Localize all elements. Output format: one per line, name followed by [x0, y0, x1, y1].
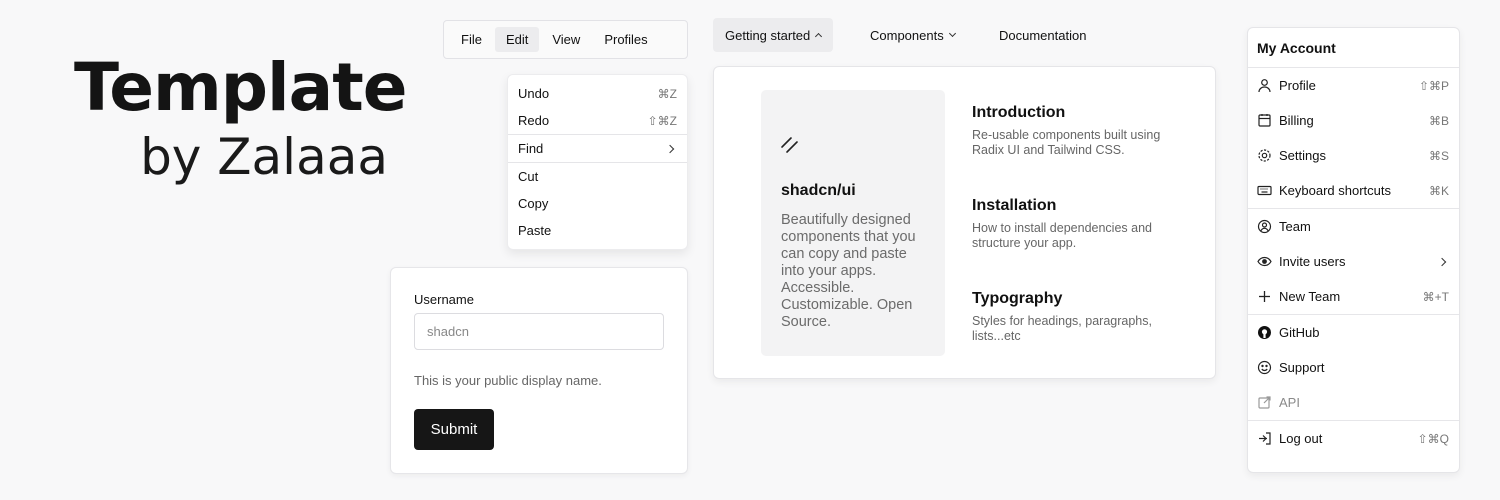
username-help-text: This is your public display name. [414, 373, 602, 388]
account-item-label: Settings [1279, 148, 1326, 163]
menu-item-find[interactable]: Find [508, 135, 687, 162]
menu-item-copy[interactable]: Copy [508, 190, 687, 217]
smiley-icon [1257, 360, 1272, 375]
account-item-label: Log out [1279, 431, 1323, 446]
username-form-card: Username This is your public display nam… [390, 267, 688, 474]
menubar-profiles[interactable]: Profiles [593, 27, 658, 52]
external-link-icon [1257, 395, 1272, 410]
nav-trigger-components[interactable]: Components [858, 18, 967, 52]
getting-started-panel: shadcn/ui Beautifully designed component… [713, 66, 1216, 379]
edit-menu: Undo ⌘Z Redo ⇧⌘Z Find Cut Copy Paste [507, 74, 688, 250]
menu-item-cut[interactable]: Cut [508, 163, 687, 190]
shadcn-feature-card[interactable]: shadcn/ui Beautifully designed component… [761, 90, 945, 356]
account-item-label: Invite users [1279, 254, 1346, 269]
username-input[interactable] [414, 313, 664, 350]
account-item-label: Keyboard shortcuts [1279, 183, 1392, 198]
plus-icon [1257, 289, 1272, 304]
account-shortcut: ⌘B [1428, 113, 1449, 128]
credit-card-icon [1257, 113, 1272, 128]
account-item-billing[interactable]: Billing ⌘B [1248, 103, 1459, 138]
account-shortcut: ⇧⌘P [1418, 78, 1449, 93]
nav-link-title: Installation [972, 197, 1057, 214]
account-item-label: API [1279, 395, 1300, 410]
nav-link-title: Introduction [972, 104, 1066, 121]
account-item-label: New Team [1279, 289, 1341, 304]
nav-link-description: Styles for headings, paragraphs, lists..… [972, 314, 1152, 343]
account-item-profile[interactable]: Profile ⇧⌘P [1248, 68, 1459, 103]
menu-item-label: Copy [518, 196, 549, 211]
slash-logo-icon [781, 137, 798, 153]
account-shortcut: ⌘K [1428, 183, 1449, 198]
account-item-log-out[interactable]: Log out ⇧⌘Q [1248, 421, 1459, 456]
account-item-support[interactable]: Support [1248, 350, 1459, 385]
account-shortcut: ⇧⌘Q [1417, 431, 1449, 446]
hero-subtitle: by Zalaaa [140, 128, 388, 186]
github-icon [1257, 325, 1272, 340]
nav-link-description: Re-usable components built using Radix U… [972, 128, 1161, 157]
account-item-github[interactable]: GitHub [1248, 315, 1459, 350]
hero-title: Template [74, 49, 408, 126]
account-item-label: Billing [1279, 113, 1314, 128]
feature-description: Beautifully designed components that you… [781, 212, 916, 330]
nav-link-introduction[interactable]: Introduction Re-usable components built … [972, 104, 1192, 158]
chevron-right-icon [665, 144, 675, 153]
logout-icon [1257, 431, 1272, 446]
account-item-label: Support [1279, 360, 1325, 375]
menu-item-label: Cut [518, 169, 539, 184]
chevron-down-icon [948, 29, 956, 38]
account-item-new-team[interactable]: New Team ⌘+T [1248, 279, 1459, 314]
username-label: Username [414, 292, 474, 307]
nav-trigger-getting-started[interactable]: Getting started [713, 18, 834, 52]
menu-item-label: Paste [518, 223, 552, 238]
account-item-team[interactable]: Team [1248, 209, 1459, 244]
eye-icon [1257, 254, 1272, 269]
menu-item-redo[interactable]: Redo ⇧⌘Z [508, 107, 687, 134]
menu-item-label: Find [518, 141, 544, 156]
account-shortcut: ⌘+T [1422, 289, 1449, 304]
menu-item-undo[interactable]: Undo ⌘Z [508, 80, 687, 107]
team-icon [1257, 219, 1272, 234]
nav-link-installation[interactable]: Installation How to install dependencies… [972, 197, 1192, 251]
nav-link-title: Typography [972, 290, 1063, 307]
nav-trigger-label: Getting started [725, 27, 811, 43]
gear-icon [1257, 148, 1272, 163]
account-item-api: API [1248, 385, 1459, 420]
account-item-settings[interactable]: Settings ⌘S [1248, 138, 1459, 173]
account-shortcut: ⌘S [1428, 148, 1449, 163]
keyboard-icon [1257, 183, 1272, 198]
account-item-invite-users[interactable]: Invite users [1248, 244, 1459, 279]
account-menu-heading: My Account [1248, 28, 1459, 68]
submit-button[interactable]: Submit [414, 409, 494, 450]
account-item-label: GitHub [1279, 325, 1320, 340]
account-item-keyboard-shortcuts[interactable]: Keyboard shortcuts ⌘K [1248, 173, 1459, 208]
feature-title: shadcn/ui [781, 182, 856, 199]
menubar: File Edit View Profiles [443, 20, 688, 59]
chevron-right-icon [1437, 257, 1447, 266]
menubar-file[interactable]: File [450, 27, 493, 52]
menubar-view[interactable]: View [541, 27, 591, 52]
chevron-up-icon [815, 32, 823, 41]
account-item-label: Team [1279, 219, 1311, 234]
menu-item-paste[interactable]: Paste [508, 217, 687, 244]
nav-trigger-label: Components [870, 27, 944, 43]
nav-trigger-documentation[interactable]: Documentation [987, 18, 1098, 52]
menu-shortcut: ⇧⌘Z [647, 113, 677, 128]
menu-item-label: Redo [518, 113, 550, 128]
nav-trigger-label: Documentation [999, 27, 1087, 43]
account-menu: My Account Profile ⇧⌘P Billing ⌘B Settin… [1247, 27, 1460, 473]
account-item-label: Profile [1279, 78, 1316, 93]
menu-item-label: Undo [518, 86, 550, 101]
menubar-edit[interactable]: Edit [494, 27, 540, 52]
user-icon [1257, 78, 1272, 93]
nav-link-typography[interactable]: Typography Styles for headings, paragrap… [972, 290, 1192, 344]
nav-link-description: How to install dependencies and structur… [972, 221, 1152, 250]
menu-shortcut: ⌘Z [657, 86, 677, 101]
